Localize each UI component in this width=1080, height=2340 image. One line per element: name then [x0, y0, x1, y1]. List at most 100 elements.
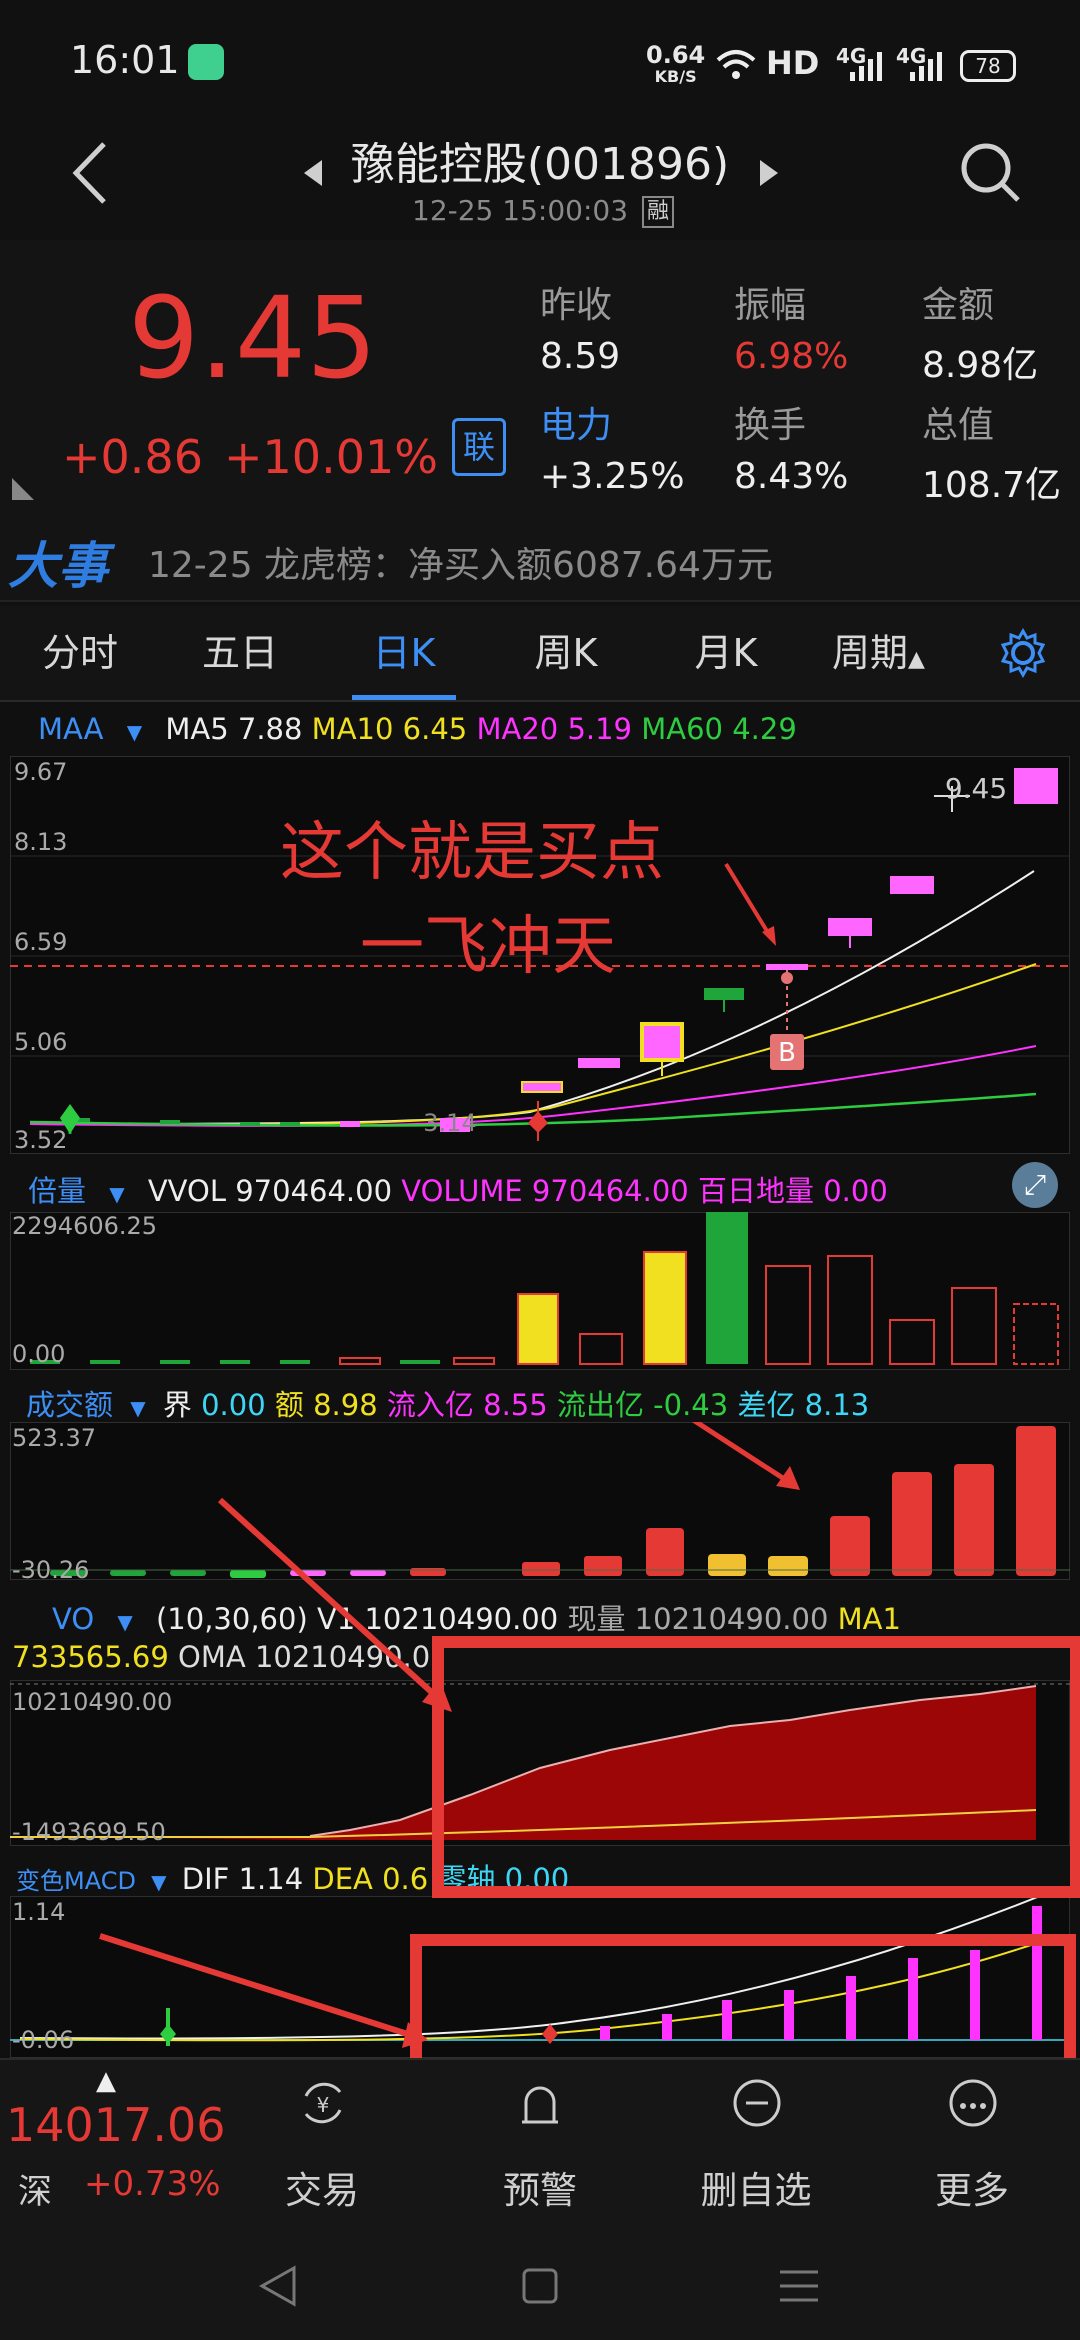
dropdown-icon: ▼: [109, 1182, 125, 1206]
remove-circle-icon: [733, 2079, 781, 2127]
current-volume-value: 10210490.00: [634, 1602, 829, 1636]
ma5-label: MA5: [165, 712, 229, 746]
annotation-arrow: [99, 1933, 415, 2039]
quote-panel: 9.45 +0.86 +10.01% 联 昨收 8.59 振幅 6.98% 金额…: [0, 240, 1080, 510]
macd-axis-bottom: -0.06: [12, 2026, 74, 2054]
dropdown-icon: ▼: [126, 720, 143, 744]
candle: [160, 1120, 180, 1124]
price-axis-label: 5.06: [14, 1028, 67, 1056]
tab-period-label: 周期: [832, 631, 909, 675]
news-logo: 大事: [8, 537, 108, 595]
price-axis-label: 3.52: [14, 1126, 67, 1154]
stat-label: 振幅: [734, 285, 807, 326]
volume-legend[interactable]: 倍量 ▼ VVOL 970464.00 VOLUME 970464.00 百日地…: [28, 1168, 888, 1210]
signal-icon-1: [850, 52, 882, 81]
down-arrow-icon: [60, 1104, 80, 1118]
candle: [766, 964, 808, 970]
gear-icon[interactable]: [998, 628, 1048, 678]
corner-triangle-icon: [12, 478, 34, 500]
candle: [340, 1121, 360, 1127]
dropdown-triangle-icon: ▲: [908, 647, 925, 672]
volume-axis-bottom: 0.00: [12, 1340, 65, 1368]
network-speed: 0.64 KB/S: [646, 41, 706, 88]
macd-axis-top: 1.14: [12, 1898, 65, 1926]
candle: [521, 1081, 563, 1093]
volume-chart[interactable]: 2294606.25 0.00: [10, 1212, 1070, 1370]
news-bar[interactable]: 大事 12-25 龙虎榜：净买入额6087.64万元: [0, 510, 1080, 602]
price-change-pct: +10.01%: [224, 430, 438, 484]
linked-badge[interactable]: 联: [452, 418, 506, 476]
stat-value: 6.98%: [734, 336, 849, 377]
amount-bar: [1016, 1426, 1056, 1576]
stat-value: 8.59: [540, 336, 621, 377]
nav-menu-icon[interactable]: [778, 2268, 820, 2304]
tab-five-day[interactable]: 五日: [190, 606, 290, 700]
ma10-label: MA10: [311, 712, 394, 746]
tab-weekly-k[interactable]: 周K: [516, 606, 616, 700]
candle: [1014, 768, 1058, 804]
highlight-box-vo: [432, 1636, 1080, 1898]
remove-watchlist-button[interactable]: 删自选: [656, 2060, 856, 2230]
tab-daily-k[interactable]: 日K: [352, 606, 456, 700]
ma-legend[interactable]: MAA ▼ MA5 7.88 MA10 6.45 MA20 5.19 MA60 …: [38, 712, 797, 746]
speed-unit: KB/S: [654, 67, 697, 86]
current-price: 9.45: [128, 274, 378, 404]
index-name: 深: [18, 2172, 52, 2212]
news-text: 12-25 龙虎榜：净买入额6087.64万元: [148, 545, 773, 586]
nav-back-icon[interactable]: [258, 2264, 298, 2308]
amount-chart[interactable]: 523.37 -30.26: [10, 1422, 1070, 1580]
dif-label: DIF: [181, 1862, 230, 1896]
bound-label: 界: [162, 1388, 192, 1422]
inflow-label: 流入亿: [386, 1388, 474, 1422]
dea-label: DEA: [312, 1862, 373, 1896]
alert-button[interactable]: 预警: [440, 2060, 640, 2230]
early-candles: [60, 1104, 470, 1134]
vo-legend[interactable]: VO ▼ (10,30,60) V1 10210490.00 现量 102104…: [52, 1596, 901, 1638]
amount-bar: [708, 1554, 746, 1576]
next-stock-icon[interactable]: [758, 158, 780, 188]
more-label: 更多: [935, 2169, 1009, 2212]
candle: [828, 918, 872, 936]
dea-value: 0.6: [382, 1862, 429, 1896]
volume-label: VOLUME: [401, 1174, 523, 1208]
stat-label: 昨收: [540, 285, 613, 326]
search-icon[interactable]: [958, 140, 1022, 204]
sector-label[interactable]: 电力: [540, 396, 612, 448]
prev-stock-icon[interactable]: [302, 158, 324, 188]
amount-legend[interactable]: 成交额 ▼ 界 0.00 额 8.98 流入亿 8.55 流出亿 -0.43 差…: [26, 1382, 869, 1424]
tab-period[interactable]: 周期▲: [832, 606, 950, 700]
amount-label: 额: [274, 1388, 304, 1422]
expand-icon[interactable]: ⤢: [1012, 1162, 1058, 1208]
signal-icon-2: [910, 52, 942, 81]
vvol-value: 970464.00: [235, 1174, 393, 1208]
tab-intraday[interactable]: 分时: [30, 606, 130, 700]
stat-label: 换手: [734, 405, 807, 446]
trade-button[interactable]: ¥ 交易: [222, 2060, 422, 2230]
app-notification-icon: [188, 44, 224, 80]
kline-chart[interactable]: B 9.45 3.14 这个就是买点 一飞冲天 9.67 8.13 6.59 5…: [10, 756, 1070, 1154]
indicator-name: VO: [52, 1602, 95, 1636]
diff-value: 8.13: [804, 1388, 870, 1422]
stat-label: 总值: [922, 405, 995, 446]
amount-bar: [954, 1464, 994, 1576]
volume-bar: [951, 1287, 997, 1365]
speed-value: 0.64: [646, 41, 706, 69]
current-volume-label: 现量: [567, 1602, 626, 1636]
wifi-icon: [716, 50, 756, 79]
index-value[interactable]: 14017.06: [6, 2098, 226, 2152]
bound-value: 0.00: [201, 1388, 266, 1422]
margin-badge: 融: [642, 196, 675, 228]
ma20-value: 5.19: [567, 712, 633, 746]
amount-bar: [892, 1472, 932, 1576]
alert-label: 预警: [503, 2169, 577, 2212]
nav-home-icon[interactable]: [520, 2266, 560, 2306]
back-arrow-icon[interactable]: [70, 140, 110, 206]
more-button[interactable]: 更多: [872, 2060, 1072, 2230]
amount-axis-top: 523.37: [12, 1424, 96, 1452]
candle: [640, 1022, 684, 1062]
volume-bar: [765, 1265, 811, 1365]
candle: [578, 1058, 620, 1068]
trade-label: 交易: [285, 2169, 359, 2212]
tab-monthly-k[interactable]: 月K: [676, 606, 776, 700]
battery-icon: 78: [960, 50, 1016, 82]
